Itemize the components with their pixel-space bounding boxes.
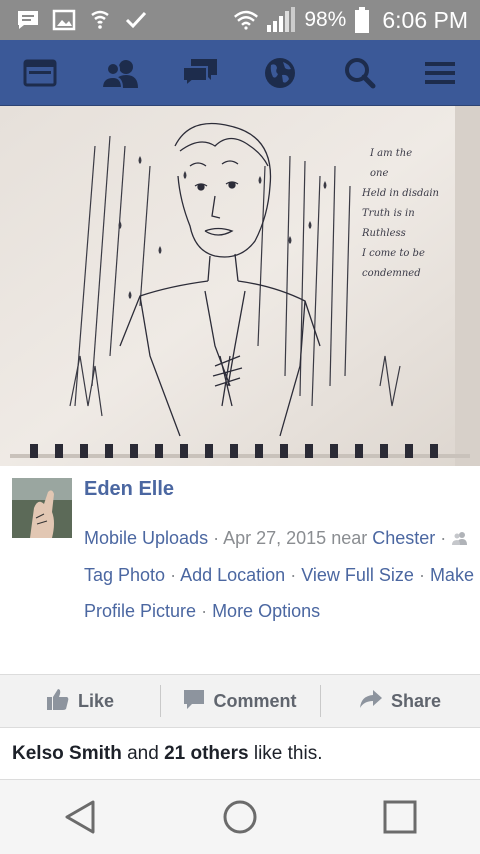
handwriting-line-7: condemned bbox=[362, 268, 421, 279]
like-label: Like bbox=[77, 690, 115, 711]
search-icon[interactable] bbox=[332, 45, 388, 101]
globe-icon[interactable] bbox=[252, 45, 308, 101]
status-bar: 98% 6:06 PM bbox=[0, 0, 480, 40]
image-icon bbox=[52, 8, 76, 32]
separator: · bbox=[290, 565, 302, 586]
recents-icon[interactable] bbox=[370, 787, 430, 847]
check-icon bbox=[124, 8, 148, 32]
post-date[interactable]: Apr 27, 2015 bbox=[223, 528, 326, 548]
location-link[interactable]: Chester bbox=[372, 528, 435, 548]
facebook-top-nav bbox=[0, 40, 480, 106]
separator: · bbox=[213, 528, 224, 548]
signal-icon bbox=[266, 7, 296, 32]
handwriting-line-2: one bbox=[370, 168, 388, 179]
menu-icon[interactable] bbox=[412, 45, 468, 101]
separator: · bbox=[201, 601, 213, 622]
separator: · bbox=[440, 528, 452, 548]
android-nav-bar bbox=[0, 780, 480, 854]
post-photo[interactable]: I am the one Held in disdain Truth is in… bbox=[0, 106, 480, 466]
clock: 6:06 PM bbox=[382, 6, 468, 33]
likes-suffix: like this. bbox=[253, 742, 323, 764]
messages-icon[interactable] bbox=[172, 45, 228, 101]
wifi-icon bbox=[234, 8, 259, 32]
view-full-size-link[interactable]: View Full Size bbox=[301, 565, 414, 585]
separator: · bbox=[418, 565, 430, 586]
likes-others[interactable]: 21 others bbox=[164, 743, 248, 765]
tag-photo-link[interactable]: Tag Photo bbox=[84, 565, 165, 585]
likes-summary[interactable]: Kelso Smith and 21 others like this. bbox=[0, 728, 480, 780]
near-label: near bbox=[331, 528, 368, 548]
likes-and: and bbox=[127, 742, 159, 764]
sketch-drawing: I am the one Held in disdain Truth is in… bbox=[0, 106, 480, 466]
handwriting-line-1: I am the bbox=[369, 148, 412, 159]
share-button[interactable]: Share bbox=[320, 675, 480, 727]
battery-icon bbox=[354, 7, 370, 33]
post-meta: Mobile Uploads · Apr 27, 2015 near Chest… bbox=[84, 520, 476, 629]
back-icon[interactable] bbox=[50, 787, 110, 847]
message-icon bbox=[16, 8, 40, 32]
album-link[interactable]: Mobile Uploads bbox=[84, 528, 208, 548]
thumbs-up-icon bbox=[46, 687, 70, 716]
friends-audience-icon bbox=[451, 521, 469, 557]
handwriting-line-5: Ruthless bbox=[361, 228, 406, 239]
comment-button[interactable]: Comment bbox=[160, 675, 320, 727]
liker-name[interactable]: Kelso Smith bbox=[12, 743, 122, 765]
comment-label: Comment bbox=[213, 690, 297, 711]
share-label: Share bbox=[390, 690, 442, 711]
like-button[interactable]: Like bbox=[0, 675, 160, 727]
friends-icon[interactable] bbox=[92, 45, 148, 101]
comment-icon bbox=[183, 688, 205, 715]
more-options-link[interactable]: More Options bbox=[212, 601, 320, 621]
news-feed-icon[interactable] bbox=[12, 45, 68, 101]
handwriting-line-4: Truth is in bbox=[362, 208, 415, 219]
share-icon bbox=[359, 689, 383, 714]
avatar[interactable] bbox=[12, 478, 72, 538]
handwriting-line-3: Held in disdain bbox=[361, 188, 439, 199]
author-name[interactable]: Eden Elle bbox=[84, 478, 174, 501]
post-actions: Like Comment Share bbox=[0, 674, 480, 728]
handwriting-line-6: I come to be bbox=[361, 248, 425, 259]
separator: · bbox=[170, 565, 181, 586]
shield-icon bbox=[88, 8, 112, 32]
add-location-link[interactable]: Add Location bbox=[180, 565, 285, 585]
battery-percent: 98% bbox=[304, 8, 347, 31]
home-icon[interactable] bbox=[210, 787, 270, 847]
